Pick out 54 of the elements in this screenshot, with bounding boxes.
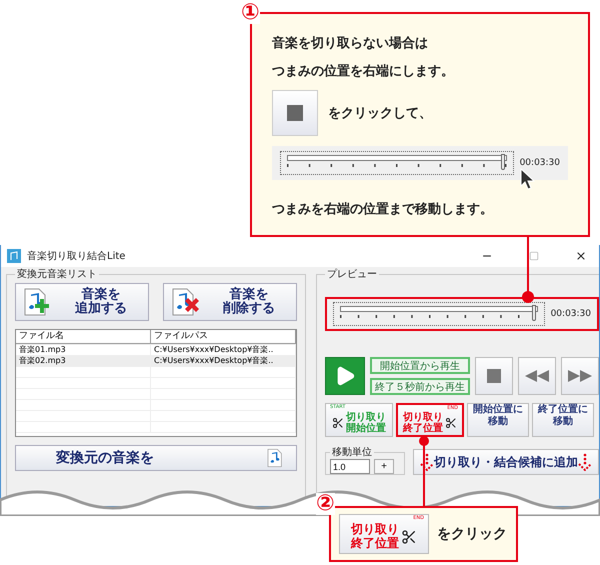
group-title: プレビュー — [326, 268, 378, 281]
rewind-icon — [525, 370, 549, 382]
app-icon — [7, 249, 21, 263]
add-to-candidates-button[interactable]: 切り取り・結合候補に追加 — [413, 449, 599, 475]
down-arrow-icon — [420, 453, 434, 471]
time-label: 00:03:30 — [520, 158, 560, 168]
seek-bar[interactable]: 00:03:30 — [325, 297, 599, 331]
window-title: 音楽切り取り結合Lite — [27, 250, 126, 263]
table-cell: 音楽02.mp3 — [16, 356, 151, 366]
table-cell: C:¥Users¥xxx¥Desktop¥音楽.. — [151, 345, 296, 355]
group-title: 変換元音楽リスト — [16, 268, 98, 281]
move-to-position-button[interactable]: 終了位置に 移動 — [532, 403, 594, 437]
stop-button[interactable] — [272, 90, 318, 136]
stop-button[interactable] — [475, 357, 513, 395]
stop-icon — [487, 369, 501, 383]
remove-music-icon — [170, 287, 200, 317]
instruction-text: 音楽を切り取らない場合は — [272, 34, 429, 52]
step-number: ① — [241, 2, 260, 24]
stop-icon — [287, 105, 303, 121]
play-button[interactable] — [325, 357, 365, 395]
instruction-text: をクリックして、 — [328, 105, 432, 122]
scissors-icon — [332, 416, 344, 428]
down-arrow-icon — [578, 453, 592, 471]
load-to-preview-button[interactable]: 変換元の音楽を — [15, 445, 297, 471]
tick-marks-icon — [287, 164, 507, 169]
input-field[interactable]: 1.0 — [330, 459, 370, 474]
fast-forward-icon — [568, 370, 592, 382]
seek-bar[interactable]: 00:03:30 — [272, 146, 568, 180]
step-number: ② — [316, 493, 335, 515]
tick-marks-icon — [340, 315, 520, 320]
scissors-icon — [445, 416, 457, 428]
move-to-position-button[interactable]: 開始位置に 移動 — [467, 403, 529, 437]
play-from-button[interactable]: 終了５秒前から再生 — [370, 378, 470, 395]
table-cell: C:¥Users¥xxx¥Desktop¥音楽.. — [151, 356, 296, 366]
time-label: 00:03:30 — [550, 309, 591, 319]
scissors-icon — [401, 528, 417, 544]
slider-thumb[interactable] — [500, 154, 505, 170]
rewind-button[interactable] — [518, 357, 556, 395]
slider-thumb[interactable] — [532, 305, 536, 321]
plus-button[interactable]: + — [374, 459, 394, 474]
add-music-icon — [22, 287, 52, 317]
column-header[interactable]: ファイルパス — [151, 330, 296, 344]
close-icon[interactable] — [575, 250, 587, 262]
play-from-button[interactable]: 開始位置から再生 — [370, 357, 470, 374]
group-title: 移動単位 — [331, 446, 373, 459]
table-cell: 音楽01.mp3 — [16, 345, 151, 355]
cursor-icon — [520, 168, 536, 190]
instruction-text: つまみを右端の位置まで移動します。 — [272, 201, 494, 218]
add-music-button[interactable]: 音楽を 追加する — [15, 283, 149, 321]
instruction-text: をクリック — [437, 525, 507, 543]
delete-music-button[interactable]: 音楽を 削除する — [163, 283, 297, 321]
fast-forward-button[interactable] — [561, 357, 599, 395]
column-header[interactable]: ファイル名 — [16, 330, 151, 344]
instruction-text: つまみの位置を右端にします。 — [272, 63, 455, 80]
